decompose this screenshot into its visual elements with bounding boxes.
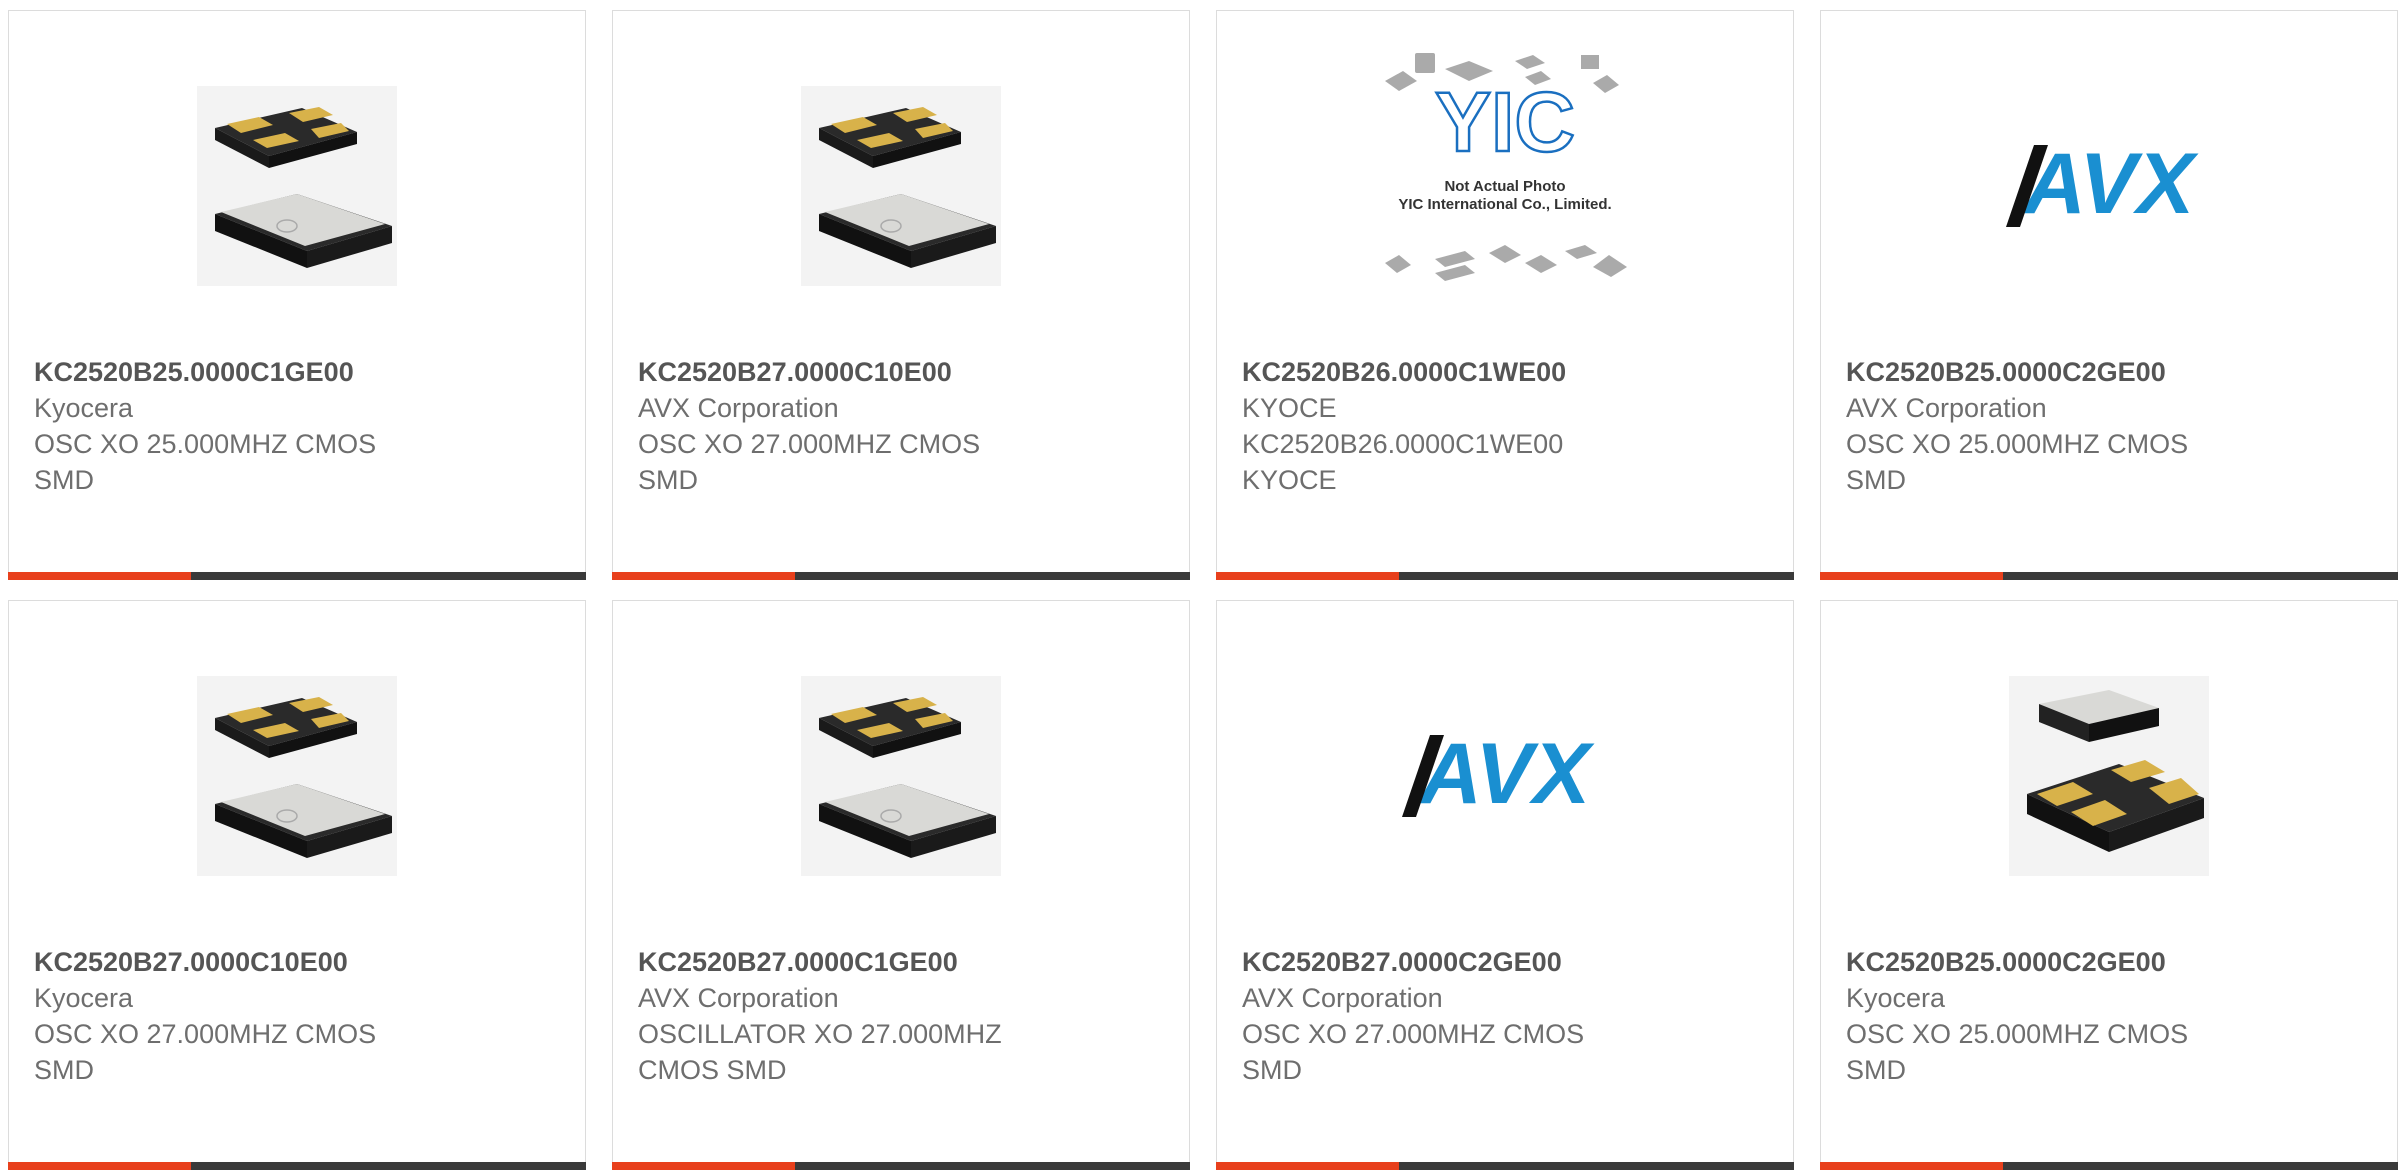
product-info: KC2520B27.0000C1GE00 AVX Corporation OSC…: [638, 944, 1169, 1088]
card-footer-bar: [1216, 572, 1794, 580]
yic-logo-mark: YIC: [1435, 75, 1575, 169]
card-footer-bar: [1820, 1162, 2398, 1170]
yic-placeholder-image: YIC Not Actual Photo YIC International C…: [1217, 51, 1793, 281]
product-info: KC2520B25.0000C2GE00 Kyocera OSC XO 25.0…: [1846, 944, 2377, 1088]
card-footer-bar: [8, 572, 586, 580]
crystal-oscillator-image: [1821, 661, 2397, 891]
manufacturer: AVX Corporation: [638, 983, 839, 1013]
description: OSC XO 27.000MHZ CMOS SMD: [1242, 1019, 1585, 1085]
part-number[interactable]: KC2520B25.0000C2GE00: [1846, 354, 2377, 390]
description: OSC XO 25.000MHZ CMOS SMD: [1846, 1019, 2189, 1085]
part-number[interactable]: KC2520B27.0000C1GE00: [638, 944, 1169, 980]
crystal-oscillator-image: [9, 71, 585, 301]
product-card[interactable]: KC2520B25.0000C1GE00 Kyocera OSC XO 25.0…: [8, 10, 586, 580]
card-footer-bar: [612, 1162, 1190, 1170]
avx-logo-text: AVX: [2022, 141, 2199, 231]
part-number[interactable]: KC2520B27.0000C10E00: [638, 354, 1169, 390]
product-card[interactable]: AVX KC2520B27.0000C2GE00 AVX Corporation…: [1216, 600, 1794, 1170]
product-card[interactable]: KC2520B27.0000C10E00 AVX Corporation OSC…: [612, 10, 1190, 580]
card-footer-bar: [612, 572, 1190, 580]
crystal-oscillator-image: [613, 71, 1189, 301]
product-info: KC2520B25.0000C2GE00 AVX Corporation OSC…: [1846, 354, 2377, 498]
product-card[interactable]: YIC Not Actual Photo YIC International C…: [1216, 10, 1794, 580]
description: OSC XO 27.000MHZ CMOS SMD: [638, 429, 981, 495]
description: OSC XO 25.000MHZ CMOS SMD: [1846, 429, 2189, 495]
yic-caption-line2: YIC International Co., Limited.: [1398, 196, 1611, 213]
manufacturer: Kyocera: [34, 983, 134, 1013]
manufacturer: Kyocera: [34, 393, 134, 423]
card-accent-bar: [1820, 572, 2003, 580]
yic-caption-line1: Not Actual Photo: [1444, 178, 1565, 195]
crystal-oscillator-image: [9, 661, 585, 891]
avx-logo-image: AVX: [1217, 661, 1793, 891]
card-footer-bar: [1820, 572, 2398, 580]
part-number[interactable]: KC2520B27.0000C10E00: [34, 944, 565, 980]
part-number[interactable]: KC2520B25.0000C2GE00: [1846, 944, 2377, 980]
part-number[interactable]: KC2520B26.0000C1WE00: [1242, 354, 1773, 390]
avx-logo-image: AVX: [1821, 71, 2397, 301]
product-grid: KC2520B25.0000C1GE00 Kyocera OSC XO 25.0…: [0, 0, 2400, 1170]
manufacturer: AVX Corporation: [1242, 983, 1443, 1013]
card-accent-bar: [8, 1162, 191, 1170]
description: OSCILLATOR XO 27.000MHZ CMOS SMD: [638, 1019, 1002, 1085]
card-accent-bar: [8, 572, 191, 580]
card-footer-bar: [8, 1162, 586, 1170]
manufacturer: KYOCE: [1242, 393, 1337, 423]
manufacturer: AVX Corporation: [1846, 393, 2047, 423]
product-card[interactable]: KC2520B25.0000C2GE00 Kyocera OSC XO 25.0…: [1820, 600, 2398, 1170]
manufacturer: Kyocera: [1846, 983, 1946, 1013]
description: OSC XO 25.000MHZ CMOS SMD: [34, 429, 377, 495]
card-accent-bar: [1820, 1162, 2003, 1170]
product-info: KC2520B27.0000C10E00 AVX Corporation OSC…: [638, 354, 1169, 498]
product-info: KC2520B27.0000C2GE00 AVX Corporation OSC…: [1242, 944, 1773, 1088]
part-number[interactable]: KC2520B25.0000C1GE00: [34, 354, 565, 390]
card-accent-bar: [612, 572, 795, 580]
product-card[interactable]: AVX KC2520B25.0000C2GE00 AVX Corporation…: [1820, 10, 2398, 580]
card-accent-bar: [1216, 572, 1399, 580]
product-card[interactable]: KC2520B27.0000C1GE00 AVX Corporation OSC…: [612, 600, 1190, 1170]
card-accent-bar: [612, 1162, 795, 1170]
description: OSC XO 27.000MHZ CMOS SMD: [34, 1019, 377, 1085]
product-info: KC2520B25.0000C1GE00 Kyocera OSC XO 25.0…: [34, 354, 565, 498]
product-card[interactable]: KC2520B27.0000C10E00 Kyocera OSC XO 27.0…: [8, 600, 586, 1170]
manufacturer: AVX Corporation: [638, 393, 839, 423]
card-footer-bar: [1216, 1162, 1794, 1170]
card-accent-bar: [1216, 1162, 1399, 1170]
product-info: KC2520B26.0000C1WE00 KYOCE KC2520B26.000…: [1242, 354, 1773, 498]
avx-logo-text: AVX: [1418, 731, 1595, 821]
crystal-oscillator-image: [613, 661, 1189, 891]
description: KC2520B26.0000C1WE00 KYOCE: [1242, 429, 1564, 495]
part-number[interactable]: KC2520B27.0000C2GE00: [1242, 944, 1773, 980]
product-info: KC2520B27.0000C10E00 Kyocera OSC XO 27.0…: [34, 944, 565, 1088]
